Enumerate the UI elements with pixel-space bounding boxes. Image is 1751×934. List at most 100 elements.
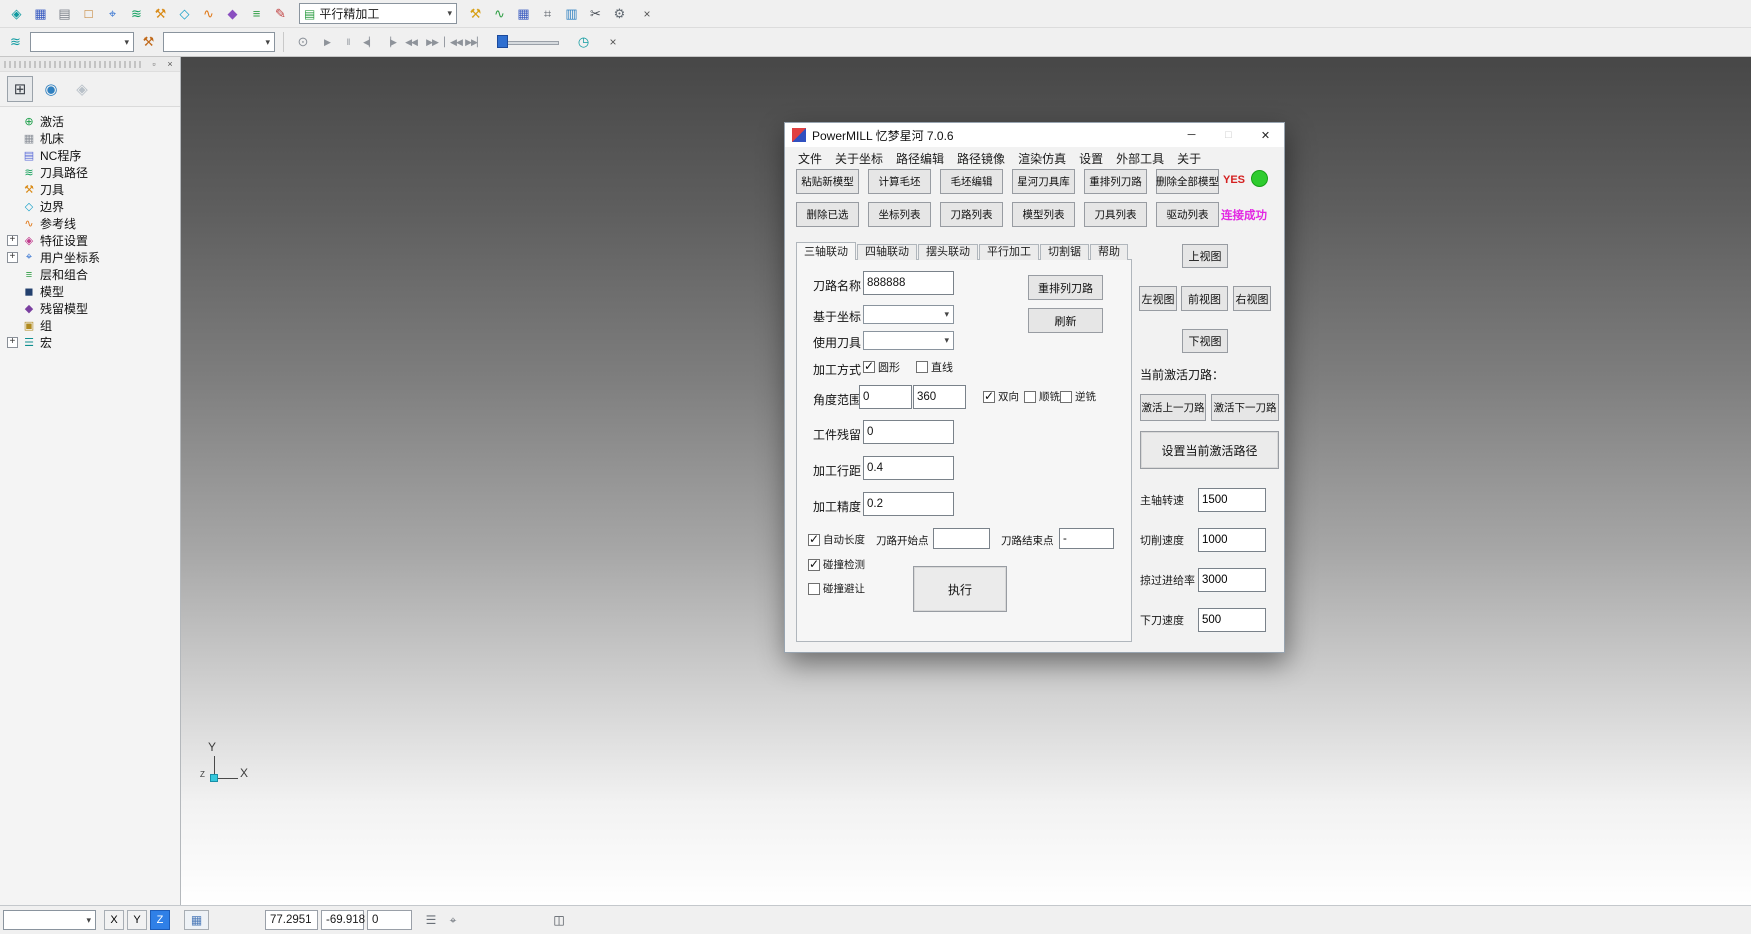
tree-item[interactable]: ▣ 组	[2, 317, 178, 334]
globe-icon[interactable]: ◉	[38, 76, 64, 102]
list-icon[interactable]: ☰	[422, 911, 440, 929]
feature-set-icon[interactable]: ◆	[221, 2, 244, 25]
tool-select-icon[interactable]: ⚒	[137, 31, 160, 54]
step-back-button[interactable]: ◀▏	[359, 32, 379, 52]
status-dropdown[interactable]: ▾	[3, 910, 96, 930]
simulation-speed-slider[interactable]	[497, 33, 559, 51]
bidirectional-checkbox[interactable]: 双向	[983, 389, 1019, 404]
tab[interactable]: 摆头联动	[918, 244, 978, 260]
auto-length-checkbox[interactable]: 自动长度	[808, 532, 865, 547]
tool-icon[interactable]: ⚒	[149, 2, 172, 25]
menu-item[interactable]: 路径编辑	[896, 150, 944, 167]
conventional-mill-checkbox[interactable]: 逆铣	[1060, 389, 1096, 404]
panel-grip[interactable]	[4, 61, 144, 68]
param-input[interactable]	[1198, 488, 1266, 512]
axis-toggle-button[interactable]: Y	[127, 910, 147, 930]
expander-icon[interactable]	[7, 252, 18, 263]
menu-item[interactable]: 外部工具	[1116, 150, 1164, 167]
collision-check-checkbox[interactable]: 碰撞检测	[808, 557, 865, 572]
dialog-toolbar-button[interactable]: 计算毛坯	[868, 169, 931, 194]
tree-item[interactable]: ◆ 残留模型	[2, 300, 178, 317]
collision-avoid-checkbox[interactable]: 碰撞避让	[808, 581, 865, 596]
expander-icon[interactable]	[7, 337, 18, 348]
shield-icon[interactable]: ◈	[69, 76, 95, 102]
dialog-toolbar-button[interactable]: 星河刀具库	[1012, 169, 1075, 194]
dialog-toolbar-button[interactable]: 坐标列表	[868, 202, 931, 227]
simulation-gears-icon[interactable]: ⚙	[608, 2, 631, 25]
tree-item[interactable]: ◼ 模型	[2, 283, 178, 300]
tree-item[interactable]: ⚒ 刀具	[2, 181, 178, 198]
param-input[interactable]	[1198, 568, 1266, 592]
start-point-input[interactable]	[933, 528, 990, 549]
tab[interactable]: 四轴联动	[857, 244, 917, 260]
panel-close-icon[interactable]: ×	[164, 59, 176, 69]
strategy-dropdown[interactable]: ▤ 平行精加工 ▾	[299, 3, 457, 24]
close-icon[interactable]: ✕	[1247, 123, 1284, 147]
tool-dropdown[interactable]: ▾	[163, 32, 275, 52]
climb-mill-checkbox[interactable]: 顺铣	[1024, 389, 1060, 404]
dialog-toolbar-button[interactable]: 刀路列表	[940, 202, 1003, 227]
new-model-icon[interactable]: ◈	[5, 2, 28, 25]
menu-item[interactable]: 关于	[1177, 150, 1201, 167]
go-end-button[interactable]: ▶▶▏	[464, 32, 484, 52]
main-toolbar-close-button[interactable]: ×	[638, 5, 656, 23]
macro-record-icon[interactable]: ✎	[269, 2, 292, 25]
dialog-title-bar[interactable]: PowerMILL 忆梦星河 7.0.6 ─ □ ✕	[785, 123, 1284, 147]
go-start-button[interactable]: ▏◀◀	[443, 32, 463, 52]
levels-icon[interactable]: ≡	[245, 2, 268, 25]
tree-item[interactable]: ∿ 参考线	[2, 215, 178, 232]
tab[interactable]: 切割锯	[1040, 244, 1089, 260]
rearrange-toolpaths-button[interactable]: 重排列刀路	[1028, 275, 1103, 300]
view-bottom-button[interactable]: 下视图	[1182, 329, 1228, 353]
tool-dropdown[interactable]: ▾	[863, 331, 954, 350]
line-checkbox[interactable]: 直线	[916, 359, 953, 375]
view-right-button[interactable]: 右视图	[1233, 286, 1271, 311]
dialog-toolbar-button[interactable]: 驱动列表	[1156, 202, 1219, 227]
toolpath-list-icon[interactable]: ≋	[4, 31, 27, 54]
dialog-toolbar-button[interactable]: 删除全部模型	[1156, 169, 1219, 194]
angle-from-input[interactable]	[859, 385, 912, 409]
wrench-icon[interactable]: ⚒	[464, 2, 487, 25]
clock-icon[interactable]: ◷	[572, 31, 595, 54]
statistics-icon[interactable]: ▥	[560, 2, 583, 25]
view-left-button[interactable]: 左视图	[1139, 286, 1177, 311]
activate-next-toolpath-button[interactable]: 激活下一刀路	[1211, 394, 1279, 421]
tree-item[interactable]: ≋ 刀具路径	[2, 164, 178, 181]
activate-previous-toolpath-button[interactable]: 激活上一刀路	[1140, 394, 1206, 421]
clipping-icon[interactable]: ✂	[584, 2, 607, 25]
calculator-icon[interactable]: ▦	[512, 2, 535, 25]
pointer-snap-icon[interactable]: ⌖	[444, 911, 462, 929]
angle-to-input[interactable]	[913, 385, 966, 409]
coordinate-field[interactable]: 0	[367, 910, 412, 930]
dialog-toolbar-button[interactable]: 删除已选	[796, 202, 859, 227]
set-active-path-button[interactable]: 设置当前激活路径	[1140, 431, 1279, 469]
tree-item[interactable]: ◇ 边界	[2, 198, 178, 215]
coordinate-field[interactable]: 77.2951	[265, 910, 318, 930]
axis-toggle-button[interactable]: X	[104, 910, 124, 930]
stepover-input[interactable]	[863, 456, 954, 480]
numpad-icon[interactable]: ⌗	[536, 2, 559, 25]
execute-button[interactable]: 执行	[913, 566, 1007, 612]
dialog-toolbar-button[interactable]: 毛坯编辑	[940, 169, 1003, 194]
dialog-toolbar-button[interactable]: 刀具列表	[1084, 202, 1147, 227]
toolpath-strategy-icon[interactable]: ≋	[125, 2, 148, 25]
minimize-icon[interactable]: ─	[1173, 123, 1210, 147]
view-front-button[interactable]: 前视图	[1181, 286, 1228, 311]
menu-item[interactable]: 关于坐标	[835, 150, 883, 167]
workplane-icon[interactable]: ⌖	[101, 2, 124, 25]
tree-item[interactable]: ⌖ 用户坐标系	[2, 249, 178, 266]
stock-allowance-input[interactable]	[863, 420, 954, 444]
leads-links-icon[interactable]: ∿	[488, 2, 511, 25]
grid-toggle-icon[interactable]: ▦	[184, 910, 209, 930]
save-icon[interactable]: ▦	[29, 2, 52, 25]
print-icon[interactable]: ▤	[53, 2, 76, 25]
toolpath-dropdown[interactable]: ▾	[30, 32, 134, 52]
block-icon[interactable]: □	[77, 2, 100, 25]
menu-item[interactable]: 渲染仿真	[1018, 150, 1066, 167]
fast-forward-button[interactable]: ▶▶	[422, 32, 442, 52]
coordinate-field[interactable]: -69.918	[321, 910, 364, 930]
rewind-button[interactable]: ◀◀	[401, 32, 421, 52]
tree-item[interactable]: ≡ 层和组合	[2, 266, 178, 283]
menu-item[interactable]: 文件	[798, 150, 822, 167]
expander-icon[interactable]	[7, 235, 18, 246]
